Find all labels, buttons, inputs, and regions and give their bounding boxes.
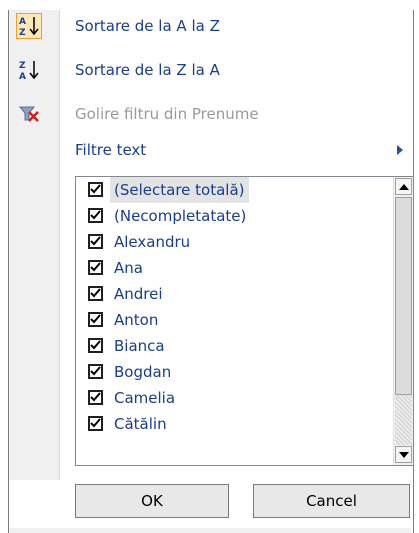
checkbox[interactable]	[88, 338, 103, 353]
list-item[interactable]: (Necompletatate)	[76, 203, 386, 229]
arrow-down-icon	[399, 452, 409, 458]
text-filters-item[interactable]: Filtre text	[9, 134, 411, 166]
list-item-label: Ana	[114, 259, 143, 277]
list-item[interactable]: Bianca	[76, 333, 386, 359]
arrow-up-icon	[399, 184, 409, 190]
scroll-down-button[interactable]	[395, 446, 412, 463]
text-filters-label: Filtre text	[75, 141, 147, 159]
list-item-label: Bogdan	[114, 363, 172, 381]
list-item[interactable]: Cătălin	[76, 411, 386, 437]
list-item[interactable]: Alexandru	[76, 229, 386, 255]
checkbox[interactable]	[88, 416, 103, 431]
filter-dropdown-menu: A Z Sortare de la A la Z Z A Sortare de …	[8, 10, 414, 533]
list-item[interactable]: Anton	[76, 307, 386, 333]
checkbox[interactable]	[88, 364, 103, 379]
list-item[interactable]: Andrei	[76, 281, 386, 307]
checkbox[interactable]	[88, 208, 103, 223]
ok-button[interactable]: OK	[75, 484, 229, 518]
list-item-label: (Selectare totală)	[110, 177, 249, 203]
checkbox[interactable]	[88, 390, 103, 405]
checkbox[interactable]	[88, 312, 103, 327]
checkbox[interactable]	[88, 234, 103, 249]
sort-a-to-z-label: Sortare de la A la Z	[75, 17, 220, 35]
clear-filter-label: Golire filtru din Prenume	[75, 105, 259, 123]
scrollbar-track[interactable]	[395, 395, 412, 445]
list-item-label: Andrei	[114, 285, 163, 303]
value-checkbox-list[interactable]: (Selectare totală) (Necompletatate) Alex…	[75, 176, 414, 466]
checkbox[interactable]	[88, 286, 103, 301]
list-item[interactable]: Camelia	[76, 385, 386, 411]
checkbox[interactable]	[88, 182, 103, 197]
list-item-label: Cătălin	[114, 415, 167, 433]
sort-z-to-a-item[interactable]: Z A Sortare de la Z la A	[9, 54, 411, 86]
sort-desc-icon: Z A	[17, 58, 41, 82]
svg-text:Z: Z	[19, 61, 26, 71]
list-item-label: Alexandru	[114, 233, 191, 251]
list-item[interactable]: Ana	[76, 255, 386, 281]
sort-a-to-z-item[interactable]: A Z Sortare de la A la Z	[9, 10, 411, 42]
svg-text:A: A	[19, 17, 26, 27]
list-item[interactable]: Bogdan	[76, 359, 386, 385]
svg-text:A: A	[19, 72, 26, 82]
scroll-up-button[interactable]	[395, 178, 412, 195]
svg-text:Z: Z	[19, 28, 26, 38]
sort-z-to-a-label: Sortare de la Z la A	[75, 61, 220, 79]
list-scrollbar[interactable]	[393, 177, 413, 465]
menu-footer	[9, 528, 411, 533]
checkbox[interactable]	[88, 260, 103, 275]
list-item-label: (Necompletatate)	[114, 207, 247, 225]
sort-asc-icon: A Z	[16, 13, 42, 39]
cancel-button[interactable]: Cancel	[253, 484, 410, 518]
submenu-arrow-icon	[397, 145, 403, 155]
clear-filter-icon	[17, 102, 41, 126]
list-item-label: Camelia	[114, 389, 176, 407]
list-item-label: Anton	[114, 311, 159, 329]
scrollbar-thumb[interactable]	[395, 197, 412, 395]
list-item[interactable]: (Selectare totală)	[76, 177, 386, 203]
list-item-label: Bianca	[114, 337, 165, 355]
clear-filter-item[interactable]: Golire filtru din Prenume	[9, 98, 411, 130]
